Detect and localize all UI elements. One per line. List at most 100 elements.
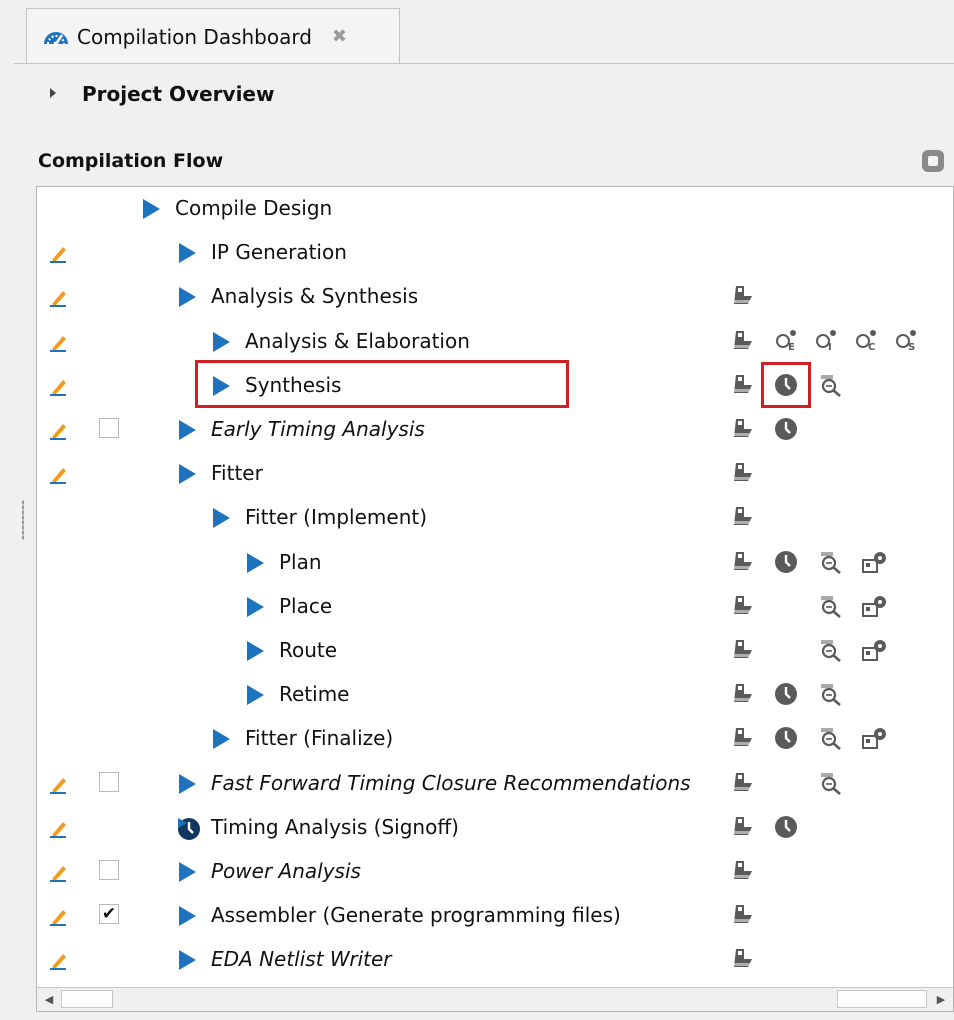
timing-run-icon[interactable] [177, 817, 200, 840]
expand-caret-icon[interactable] [48, 87, 70, 102]
run-icon[interactable] [177, 861, 197, 883]
chip-planner-icon[interactable] [815, 723, 845, 753]
horizontal-scrollbar[interactable]: ◀ ▶ [37, 987, 953, 1011]
flow-row[interactable]: Analysis & Synthesis [37, 275, 953, 319]
flow-row[interactable]: ✔ Assembler (Generate programming files) [37, 894, 953, 938]
viewer-s-icon[interactable]: S [891, 326, 921, 356]
edit-settings-icon[interactable] [49, 332, 69, 352]
flow-row[interactable]: IP Generation [37, 231, 953, 275]
viewer-c-icon[interactable]: C [851, 326, 881, 356]
flow-row[interactable]: Synthesis [37, 359, 953, 408]
timing-clock-icon[interactable] [771, 812, 801, 842]
flow-row[interactable]: Fitter [37, 452, 953, 496]
report-icon[interactable] [727, 414, 757, 444]
row-label[interactable]: Assembler (Generate programming files) [211, 903, 621, 927]
edit-settings-icon[interactable] [49, 774, 69, 794]
timing-clock-icon[interactable] [771, 547, 801, 577]
run-icon[interactable] [177, 463, 197, 485]
row-checkbox[interactable] [99, 771, 119, 792]
chip-planner-icon[interactable] [815, 370, 845, 400]
timing-clock-icon[interactable] [771, 370, 801, 400]
report-icon[interactable] [727, 547, 757, 577]
timing-clock-icon[interactable] [771, 723, 801, 753]
scrollbar-thumb[interactable] [61, 990, 113, 1008]
interface-planner-icon[interactable] [859, 591, 889, 621]
viewer-i-icon[interactable]: I [811, 326, 841, 356]
chip-planner-icon[interactable] [815, 591, 845, 621]
run-icon[interactable] [177, 949, 197, 971]
row-label[interactable]: Fitter (Finalize) [245, 726, 393, 750]
run-icon[interactable] [177, 419, 197, 441]
report-icon[interactable] [727, 635, 757, 665]
run-icon[interactable] [211, 507, 231, 529]
row-label[interactable]: Fitter (Implement) [245, 505, 427, 529]
viewer-e-icon[interactable]: E [771, 326, 801, 356]
row-checkbox[interactable]: ✔ [99, 904, 119, 925]
row-label[interactable]: Synthesis [245, 373, 341, 397]
flow-row[interactable]: EDA Netlist Writer [37, 938, 953, 982]
scroll-left-icon[interactable]: ◀ [39, 990, 59, 1008]
edit-settings-icon[interactable] [49, 420, 69, 440]
report-icon[interactable] [727, 591, 757, 621]
run-icon[interactable] [245, 640, 265, 662]
interface-planner-icon[interactable] [859, 547, 889, 577]
report-icon[interactable] [727, 458, 757, 488]
edit-settings-icon[interactable] [49, 818, 69, 838]
row-checkbox[interactable] [99, 860, 119, 880]
maximize-button[interactable] [922, 150, 944, 172]
timing-clock-icon[interactable] [771, 414, 801, 444]
report-icon[interactable] [727, 326, 757, 356]
project-overview-header[interactable]: Project Overview [48, 82, 274, 106]
timing-clock-icon[interactable] [771, 679, 801, 709]
run-icon[interactable] [177, 242, 197, 264]
chip-planner-icon[interactable] [815, 635, 845, 665]
row-label[interactable]: IP Generation [211, 240, 347, 264]
row-label[interactable]: Timing Analysis (Signoff) [211, 815, 459, 839]
flow-row[interactable]: Early Timing Analysis [37, 408, 953, 452]
flow-row[interactable]: Route [37, 629, 953, 673]
report-icon[interactable] [727, 502, 757, 532]
flow-row[interactable]: Analysis & Elaboration E I C S [37, 320, 953, 364]
row-label[interactable]: EDA Netlist Writer [211, 947, 392, 971]
tab-compilation-dashboard[interactable]: Compilation Dashboard ✖ [26, 8, 400, 64]
interface-planner-icon[interactable] [859, 723, 889, 753]
edit-settings-icon[interactable] [49, 862, 69, 882]
row-label[interactable]: Early Timing Analysis [211, 417, 425, 441]
flow-row[interactable]: Power Analysis [37, 850, 953, 894]
row-label[interactable]: Fitter [211, 461, 263, 485]
interface-planner-icon[interactable] [859, 635, 889, 665]
edit-settings-icon[interactable] [49, 287, 69, 308]
edit-settings-icon[interactable] [49, 464, 69, 485]
flow-row[interactable]: Fitter (Implement) [37, 496, 953, 540]
row-label[interactable]: Power Analysis [211, 859, 361, 883]
row-label[interactable]: Analysis & Synthesis [211, 284, 418, 308]
edit-settings-icon[interactable] [49, 243, 69, 264]
chip-planner-icon[interactable] [815, 679, 845, 709]
close-icon[interactable]: ✖ [332, 26, 347, 47]
run-icon[interactable] [211, 331, 231, 353]
run-icon[interactable] [245, 596, 265, 618]
flow-row[interactable]: Timing Analysis (Signoff) [37, 806, 953, 850]
flow-row[interactable]: Fast Forward Timing Closure Recommendati… [37, 762, 953, 806]
row-label[interactable]: Retime [279, 682, 350, 706]
run-icon[interactable] [211, 728, 231, 750]
report-icon[interactable] [727, 370, 757, 400]
run-icon[interactable] [245, 684, 265, 706]
flow-row[interactable]: Fitter (Finalize) [37, 717, 953, 761]
scrollbar-track[interactable] [837, 990, 927, 1008]
flow-row[interactable]: Compile Design [37, 187, 953, 231]
row-label[interactable]: Place [279, 594, 332, 618]
chip-planner-icon[interactable] [815, 547, 845, 577]
run-icon[interactable] [141, 198, 161, 220]
run-icon[interactable] [211, 375, 231, 397]
scroll-right-icon[interactable]: ▶ [931, 990, 951, 1008]
row-label[interactable]: Plan [279, 550, 322, 574]
report-icon[interactable] [727, 281, 757, 311]
row-label[interactable]: Analysis & Elaboration [245, 329, 470, 353]
report-icon[interactable] [727, 856, 757, 886]
report-icon[interactable] [727, 944, 757, 974]
row-label[interactable]: Compile Design [175, 196, 332, 220]
run-icon[interactable] [245, 552, 265, 574]
edit-settings-icon[interactable] [49, 950, 69, 971]
report-icon[interactable] [727, 812, 757, 842]
